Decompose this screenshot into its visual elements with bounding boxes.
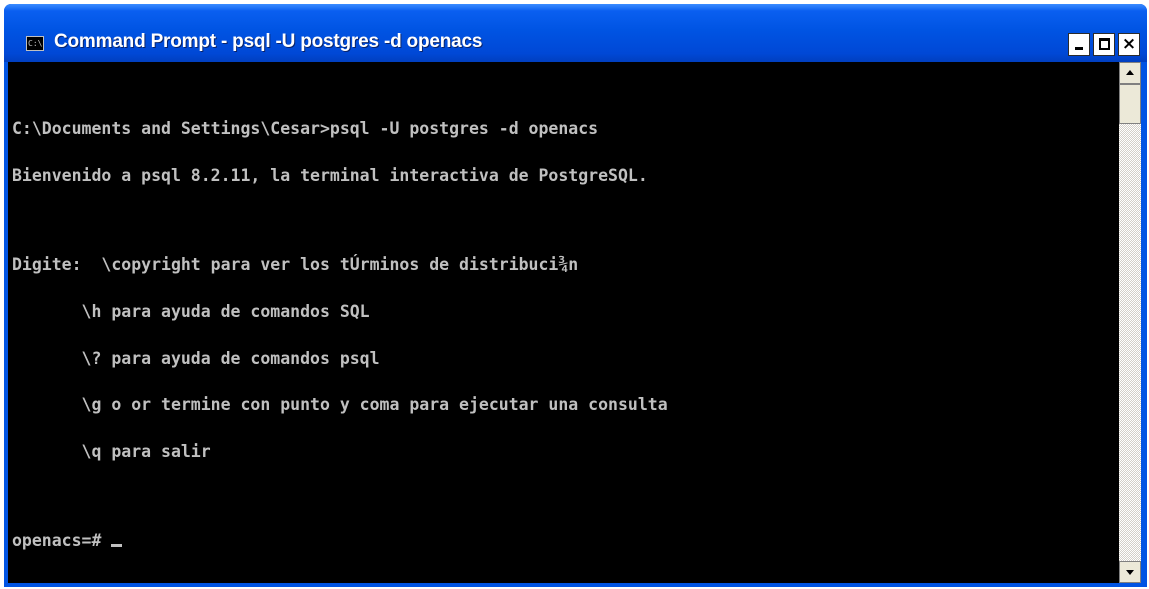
console-output: C:\Documents and Settings\Cesar>psql -U … bbox=[12, 90, 1112, 580]
title-bar[interactable]: C:\ Command Prompt - psql -U postgres -d… bbox=[4, 4, 1147, 62]
close-button[interactable]: × bbox=[1118, 33, 1140, 56]
maximize-icon bbox=[1099, 38, 1110, 50]
maximize-button[interactable] bbox=[1093, 33, 1115, 56]
prompt-text: openacs=# bbox=[12, 531, 112, 551]
scroll-up-button[interactable] bbox=[1119, 62, 1141, 84]
console-area[interactable]: C:\Documents and Settings\Cesar>psql -U … bbox=[8, 62, 1141, 583]
window-title: Command Prompt - psql -U postgres -d ope… bbox=[54, 31, 483, 52]
scroll-up-arrow-icon bbox=[1126, 70, 1134, 75]
command-prompt-window: C:\ Command Prompt - psql -U postgres -d… bbox=[4, 4, 1147, 587]
scroll-down-button[interactable] bbox=[1119, 561, 1141, 583]
command-prompt-icon[interactable]: C:\ bbox=[26, 36, 44, 51]
console-line: \h para ayuda de comandos SQL bbox=[12, 301, 370, 321]
minimize-icon bbox=[1075, 47, 1083, 50]
scrollbar-thumb[interactable] bbox=[1119, 84, 1141, 124]
text-cursor bbox=[111, 544, 123, 548]
console-line: \? para ayuda de comandos psql bbox=[12, 348, 380, 368]
close-icon: × bbox=[1121, 34, 1137, 54]
console-line: \q para salir bbox=[12, 442, 211, 462]
vertical-scrollbar[interactable] bbox=[1119, 62, 1141, 583]
console-line: \g o or termine con punto y coma para ej… bbox=[12, 395, 668, 415]
console-line: Bienvenido a psql 8.2.11, la terminal in… bbox=[12, 165, 648, 185]
console-line: Digite: \copyright para ver los tÚrminos… bbox=[12, 254, 579, 274]
prompt-line[interactable]: openacs=# bbox=[12, 531, 1112, 551]
console-line: C:\Documents and Settings\Cesar>psql -U … bbox=[12, 119, 599, 139]
scroll-down-arrow-icon bbox=[1126, 570, 1134, 575]
minimize-button[interactable] bbox=[1068, 33, 1090, 56]
